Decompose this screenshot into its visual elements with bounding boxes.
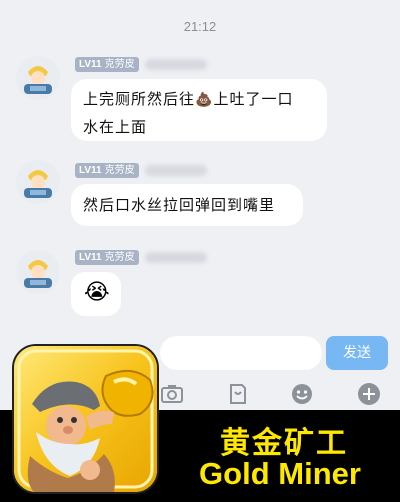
message-timestamp: 21:12 [183, 19, 217, 34]
avatar-image [16, 250, 60, 294]
emoji-message-bubble[interactable]: 😭 [71, 272, 121, 316]
file-icon[interactable] [226, 382, 250, 406]
poop-emoji: 💩 [195, 92, 214, 108]
camera-icon[interactable] [160, 382, 184, 406]
message-input[interactable] [160, 336, 322, 370]
gold-miner-artwork [14, 346, 157, 492]
avatar[interactable] [16, 250, 60, 294]
blurred-username [144, 164, 207, 176]
crying-emoji: 😭 [84, 280, 110, 305]
message-bubble[interactable]: 然后口水丝拉回弹回到嘴里 [71, 184, 303, 226]
blurred-username [144, 251, 207, 263]
avatar[interactable] [16, 160, 60, 204]
message-bubble[interactable]: 上完厕所然后往💩上吐了一口 水在上面 [71, 79, 327, 141]
gold-miner-app-icon [12, 344, 159, 494]
send-button[interactable]: 发送 [326, 336, 388, 370]
promo-title-en: Gold Miner [199, 456, 361, 491]
avatar-image [16, 56, 60, 100]
composer-toolbar [160, 376, 400, 412]
plus-icon[interactable] [357, 382, 381, 406]
blurred-username [144, 58, 207, 70]
level-badge: LV11 克劳皮 [75, 162, 139, 178]
avatar-image [16, 160, 60, 204]
emoji-face-icon[interactable] [290, 382, 314, 406]
avatar[interactable] [16, 56, 60, 100]
level-badge: LV11 克劳皮 [75, 249, 139, 265]
level-badge: LV11 克劳皮 [75, 56, 139, 72]
